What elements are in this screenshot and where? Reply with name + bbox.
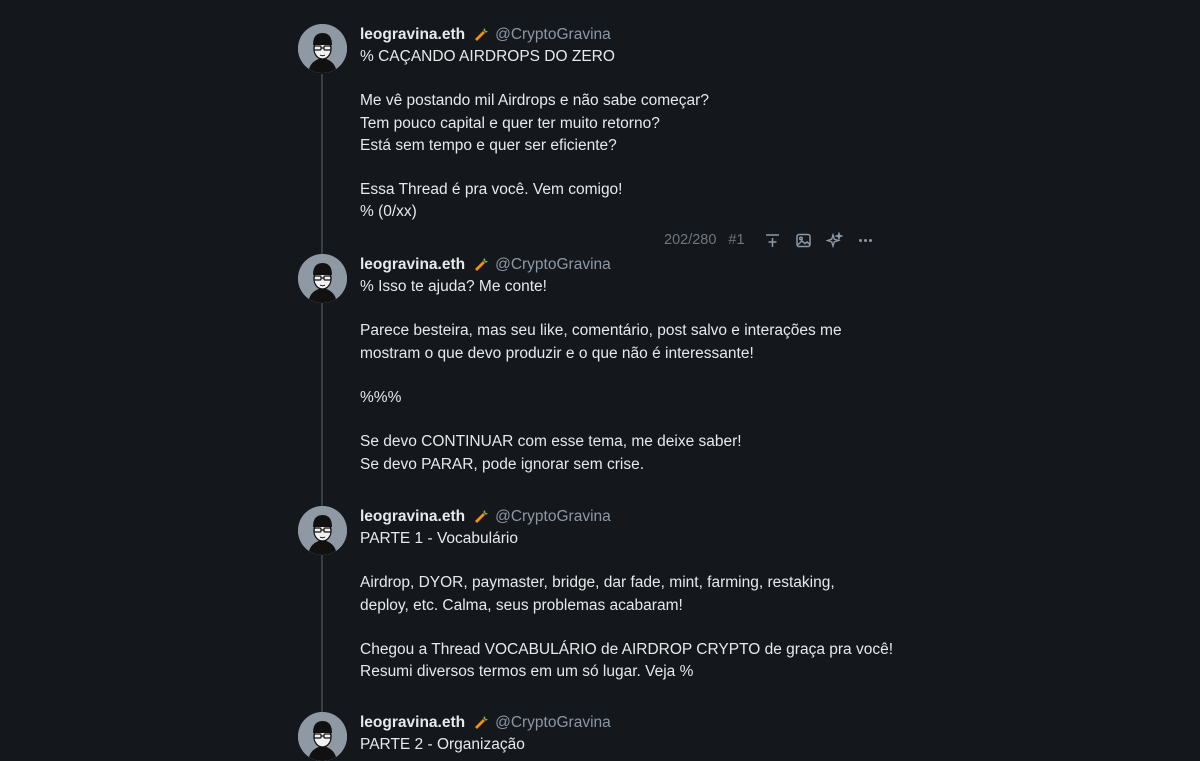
post-text[interactable]: % Isso te ajuda? Me conte! Parece bestei… bbox=[360, 276, 920, 476]
thread-composer: leogravina.eth @CryptoGravina % CAÇANDO … bbox=[0, 0, 1200, 761]
post-text[interactable]: PARTE 2 - Organização bbox=[360, 734, 920, 756]
display-name[interactable]: leogravina.eth bbox=[360, 254, 465, 276]
thread-connector-line bbox=[321, 74, 323, 758]
user-handle[interactable]: @CryptoGravina bbox=[495, 506, 611, 528]
avatar[interactable] bbox=[298, 254, 347, 303]
user-handle[interactable]: @CryptoGravina bbox=[495, 24, 611, 46]
post-header: leogravina.eth @CryptoGravina bbox=[360, 712, 920, 734]
image-icon[interactable] bbox=[788, 229, 819, 251]
post-text[interactable]: % CAÇANDO AIRDROPS DO ZERO Me vê postand… bbox=[360, 46, 920, 224]
avatar[interactable] bbox=[298, 24, 347, 73]
display-name[interactable]: leogravina.eth bbox=[360, 24, 465, 46]
avatar[interactable] bbox=[298, 506, 347, 555]
post-header: leogravina.eth @CryptoGravina bbox=[360, 506, 920, 528]
carrot-icon bbox=[473, 27, 489, 43]
more-icon[interactable] bbox=[850, 229, 881, 251]
post-toolbar: 202/280 #1 bbox=[664, 229, 881, 251]
insert-post-icon[interactable] bbox=[757, 229, 788, 251]
post-text[interactable]: PARTE 1 - Vocabulário Airdrop, DYOR, pay… bbox=[360, 528, 920, 683]
user-handle[interactable]: @CryptoGravina bbox=[495, 254, 611, 276]
post-header: leogravina.eth @CryptoGravina bbox=[360, 24, 920, 46]
sparkle-icon[interactable] bbox=[819, 229, 850, 251]
post-index: #1 bbox=[728, 232, 745, 248]
display-name[interactable]: leogravina.eth bbox=[360, 506, 465, 528]
display-name[interactable]: leogravina.eth bbox=[360, 712, 465, 734]
carrot-icon bbox=[473, 715, 489, 731]
post-header: leogravina.eth @CryptoGravina bbox=[360, 254, 920, 276]
carrot-icon bbox=[473, 509, 489, 525]
character-counter: 202/280 bbox=[664, 232, 717, 248]
avatar[interactable] bbox=[298, 712, 347, 761]
carrot-icon bbox=[473, 257, 489, 273]
user-handle[interactable]: @CryptoGravina bbox=[495, 712, 611, 734]
